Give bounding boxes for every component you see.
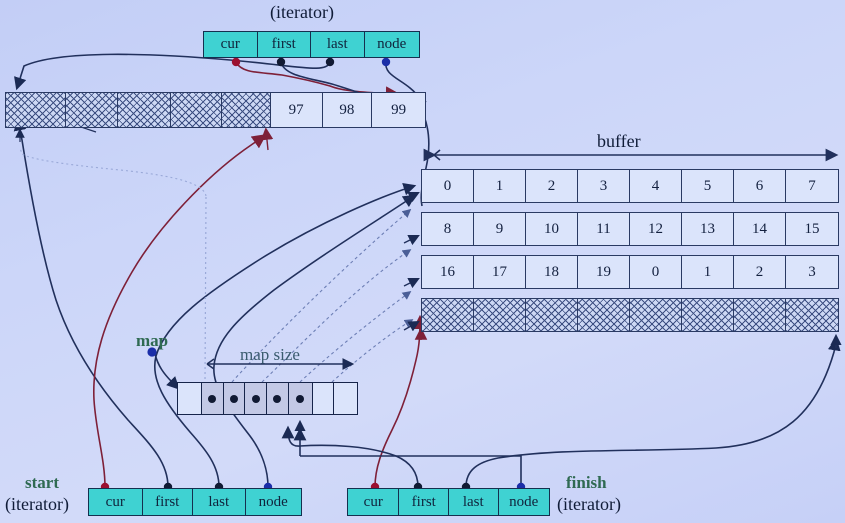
field-first[interactable]: first bbox=[258, 32, 311, 57]
buffer-cell: 0 bbox=[630, 256, 682, 288]
buffer-row-3: 16 17 18 19 0 1 2 3 bbox=[421, 255, 839, 289]
deque-internals-diagram: (iterator) cur first last node 97 98 99 … bbox=[0, 0, 845, 523]
map-cell[interactable] bbox=[288, 383, 313, 414]
buffer-cell: 6 bbox=[734, 170, 786, 202]
buffer-cell: 11 bbox=[578, 213, 630, 245]
finish-iterator[interactable]: cur first last node bbox=[347, 488, 550, 516]
buffer-cell-98: 98 bbox=[323, 93, 373, 127]
map-cell[interactable] bbox=[223, 383, 246, 414]
map-cell[interactable] bbox=[267, 383, 289, 414]
buffer-cell bbox=[734, 299, 786, 331]
buffer-cell: 5 bbox=[682, 170, 734, 202]
buffer-cell bbox=[65, 93, 119, 127]
field-last[interactable]: last bbox=[193, 489, 246, 515]
buffer-cell: 18 bbox=[526, 256, 578, 288]
field-node[interactable]: node bbox=[499, 489, 549, 515]
buffer-cell: 19 bbox=[578, 256, 630, 288]
buffer-cell: 3 bbox=[808, 263, 816, 280]
buffer-cell bbox=[171, 93, 222, 127]
field-node[interactable]: node bbox=[365, 32, 419, 57]
buffer-cell: 15 bbox=[804, 220, 820, 237]
buffer-cell: 13 bbox=[682, 213, 734, 245]
finish-label: finish bbox=[566, 473, 607, 492]
start-iterator[interactable]: cur first last node bbox=[88, 488, 302, 516]
buffer-cell: 14 bbox=[734, 213, 786, 245]
map-array bbox=[177, 382, 358, 415]
buffer-cell bbox=[6, 93, 66, 127]
field-cur[interactable]: cur bbox=[89, 489, 143, 515]
buffer-row-2: 8 9 10 11 12 13 14 15 bbox=[421, 212, 839, 246]
top-iterator-caption: (iterator) bbox=[270, 2, 334, 22]
buffer-label: buffer bbox=[597, 131, 641, 151]
buffer-cell bbox=[221, 93, 271, 127]
buffer-row-4 bbox=[421, 298, 839, 332]
buffer-cell bbox=[630, 299, 682, 331]
field-cur[interactable]: cur bbox=[204, 32, 258, 57]
buffer-row-1: 0 1 2 3 4 5 6 7 bbox=[421, 169, 839, 203]
buffer-cell: 10 bbox=[526, 213, 578, 245]
field-first[interactable]: first bbox=[399, 489, 449, 515]
first-buffer-row: 97 98 99 bbox=[5, 92, 426, 128]
buffer-cell: 7 bbox=[808, 177, 816, 194]
buffer-cell: 12 bbox=[630, 213, 682, 245]
buffer-cell: 2 bbox=[526, 170, 578, 202]
field-last[interactable]: last bbox=[311, 32, 365, 57]
buffer-cell bbox=[422, 299, 474, 331]
buffer-cell-99: 99 bbox=[391, 101, 407, 118]
map-size-label: map size bbox=[240, 345, 300, 364]
buffer-cell bbox=[526, 299, 578, 331]
buffer-cell bbox=[786, 299, 838, 331]
field-cur[interactable]: cur bbox=[348, 489, 400, 515]
field-first[interactable]: first bbox=[143, 489, 194, 515]
map-label: map bbox=[136, 331, 169, 350]
finish-sublabel: (iterator) bbox=[557, 494, 621, 514]
buffer-cell bbox=[682, 299, 734, 331]
buffer-cell bbox=[118, 93, 172, 127]
buffer-cell: 9 bbox=[474, 213, 526, 245]
top-iterator[interactable]: cur first last node bbox=[203, 31, 420, 58]
buffer-cell: 3 bbox=[578, 170, 630, 202]
start-sublabel: (iterator) bbox=[5, 494, 69, 514]
map-cell[interactable] bbox=[313, 383, 335, 414]
buffer-cell: 0 bbox=[422, 170, 474, 202]
buffer-cell: 1 bbox=[474, 170, 526, 202]
map-cell[interactable] bbox=[178, 383, 202, 414]
buffer-cell bbox=[474, 299, 526, 331]
buffer-cell-97: 97 bbox=[271, 93, 323, 127]
buffer-cell: 17 bbox=[474, 256, 526, 288]
map-cell[interactable] bbox=[201, 383, 224, 414]
buffer-cell: 8 bbox=[422, 213, 474, 245]
buffer-cell: 2 bbox=[734, 256, 786, 288]
start-label: start bbox=[25, 473, 59, 492]
buffer-cell: 1 bbox=[682, 256, 734, 288]
map-cell[interactable] bbox=[245, 383, 268, 414]
buffer-cell bbox=[578, 299, 630, 331]
field-last[interactable]: last bbox=[449, 489, 499, 515]
field-node[interactable]: node bbox=[246, 489, 301, 515]
buffer-cell: 16 bbox=[422, 256, 474, 288]
map-cell[interactable] bbox=[334, 383, 357, 414]
buffer-cell: 4 bbox=[630, 170, 682, 202]
